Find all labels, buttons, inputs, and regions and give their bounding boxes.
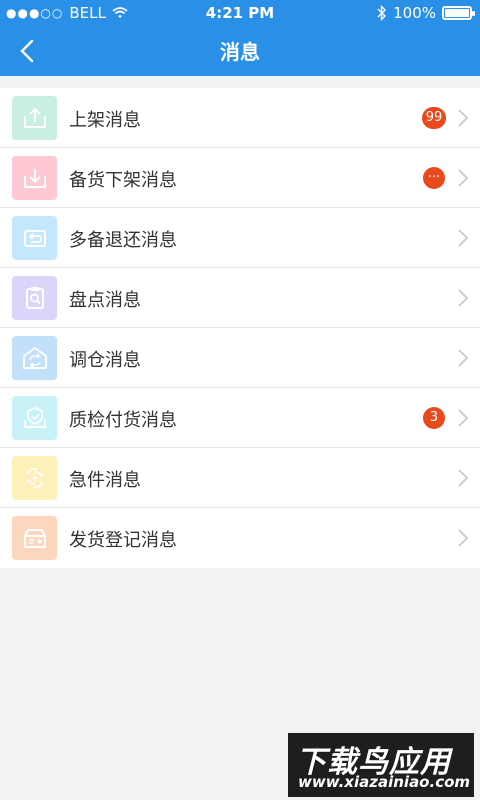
- message-label: 质检付货消息: [69, 410, 177, 431]
- battery-icon: [442, 6, 475, 20]
- urgent-icon: [12, 456, 57, 500]
- message-label: 急件消息: [69, 470, 141, 491]
- message-item-quality[interactable]: 质检付货消息 3: [0, 388, 480, 448]
- message-label: 盘点消息: [69, 290, 141, 311]
- message-label: 发货登记消息: [69, 530, 177, 551]
- warehouse-transfer-icon: [12, 336, 57, 380]
- unread-badge: 99: [422, 107, 446, 129]
- chevron-right-icon: [458, 349, 469, 367]
- status-bar: ●●●○○ BELL 4:21 PM 100%: [0, 0, 480, 26]
- battery-percentage: 100%: [393, 4, 436, 22]
- inventory-check-icon: [12, 276, 57, 320]
- message-label: 备货下架消息: [69, 170, 177, 191]
- message-list: 上架消息 99 备货下架消息 ··· 多备退还消息 盘点消息 调仓消息 质检付货…: [0, 88, 480, 568]
- message-item-transfer[interactable]: 调仓消息: [0, 328, 480, 388]
- unread-badge: 3: [423, 407, 445, 429]
- quality-check-icon: [12, 396, 57, 440]
- shelf-up-icon: [12, 96, 57, 140]
- message-item-urgent[interactable]: 急件消息: [0, 448, 480, 508]
- message-item-stock-down[interactable]: 备货下架消息 ···: [0, 148, 480, 208]
- chevron-right-icon: [458, 469, 469, 487]
- page-title: 消息: [220, 40, 260, 64]
- watermark: 下载鸟应用 www.xiazainiao.com: [288, 733, 474, 797]
- shelf-down-icon: [12, 156, 57, 200]
- message-item-shipping[interactable]: 发货登记消息: [0, 508, 480, 568]
- chevron-right-icon: [458, 229, 469, 247]
- chevron-right-icon: [458, 169, 469, 187]
- message-item-inventory[interactable]: 盘点消息: [0, 268, 480, 328]
- message-item-shelving[interactable]: 上架消息 99: [0, 88, 480, 148]
- message-label: 调仓消息: [69, 350, 141, 371]
- watermark-url: www.xiazainiao.com: [298, 773, 471, 791]
- app-header: ●●●○○ BELL 4:21 PM 100% 消息: [0, 0, 480, 76]
- unread-badge: ···: [423, 167, 445, 189]
- message-label: 上架消息: [69, 110, 141, 131]
- message-item-return[interactable]: 多备退还消息: [0, 208, 480, 268]
- shipping-register-icon: [12, 516, 57, 560]
- chevron-right-icon: [458, 289, 469, 307]
- chevron-right-icon: [458, 109, 469, 127]
- message-label: 多备退还消息: [69, 230, 177, 251]
- return-icon: [12, 216, 57, 260]
- chevron-right-icon: [458, 409, 469, 427]
- bluetooth-icon: [377, 5, 387, 21]
- chevron-right-icon: [458, 529, 469, 547]
